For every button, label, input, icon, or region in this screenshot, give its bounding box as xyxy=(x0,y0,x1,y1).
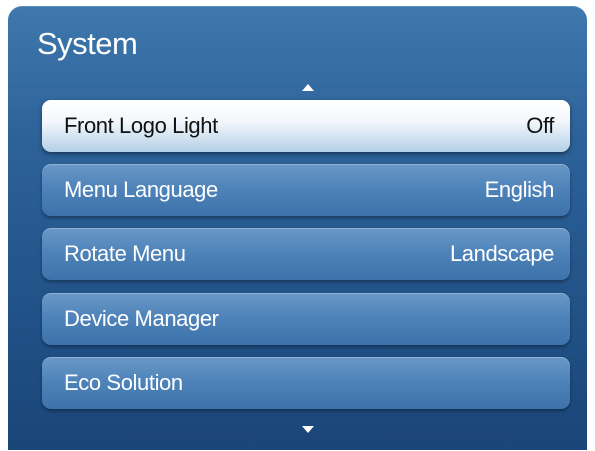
menu-item-value: English xyxy=(484,177,555,202)
menu-item-value: Landscape xyxy=(449,241,554,266)
menu-item-label: Front Logo Light xyxy=(64,113,218,138)
menu-item-device-manager[interactable]: Device Manager xyxy=(42,293,570,345)
menu-item-label: Rotate Menu xyxy=(64,241,186,266)
menu-item-label: Device Manager xyxy=(64,306,219,331)
scroll-down-icon[interactable] xyxy=(302,426,314,433)
menu-item-label: Menu Language xyxy=(64,177,218,202)
scroll-up-icon[interactable] xyxy=(302,84,314,91)
menu-item-menu-language[interactable]: Menu Language English xyxy=(42,164,570,216)
menu-item-front-logo-light[interactable]: Front Logo Light Off xyxy=(42,100,570,152)
menu-item-eco-solution[interactable]: Eco Solution xyxy=(42,357,570,409)
menu-item-rotate-menu[interactable]: Rotate Menu Landscape xyxy=(42,228,570,280)
menu-item-value: Off xyxy=(526,113,554,138)
menu-title: System xyxy=(37,26,138,61)
system-menu-panel: System Front Logo Light Off Menu Languag… xyxy=(8,6,587,450)
menu-item-label: Eco Solution xyxy=(64,370,183,395)
